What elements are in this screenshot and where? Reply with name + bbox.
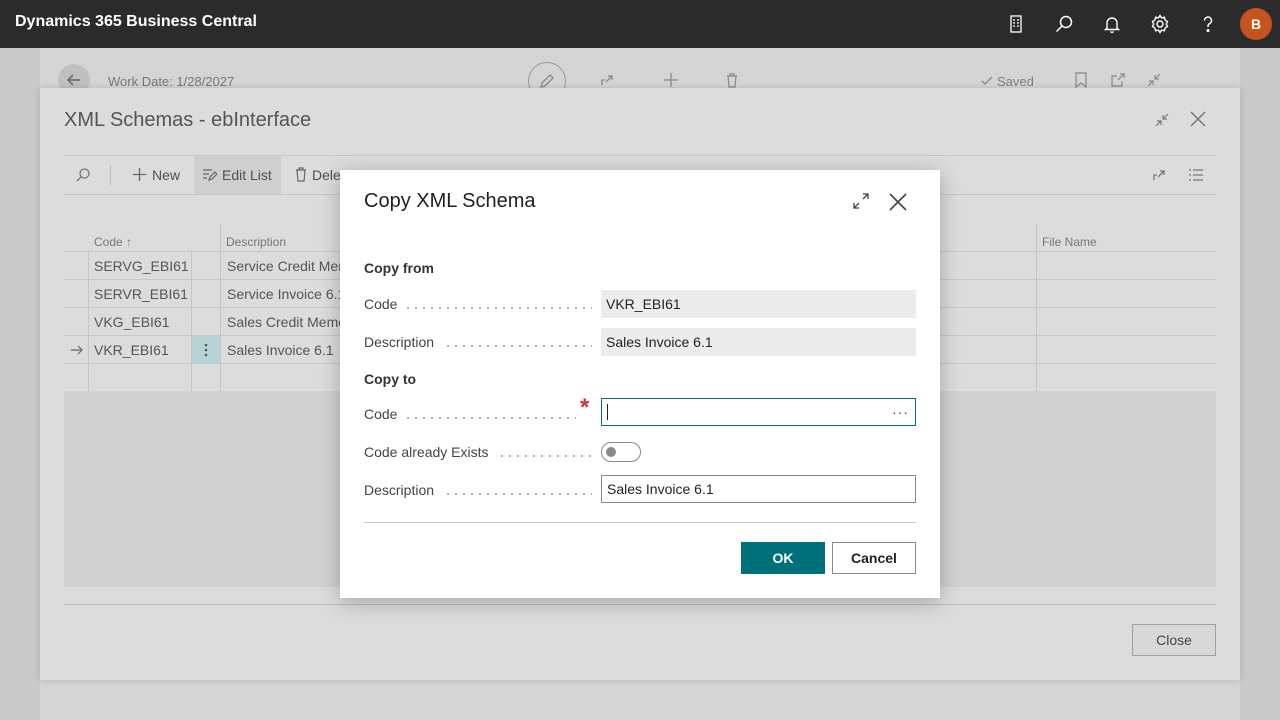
trash-icon[interactable] <box>724 72 740 88</box>
list-view-icon[interactable] <box>1188 168 1204 182</box>
work-date: Work Date: 1/28/2027 <box>108 74 235 89</box>
collapse-icon[interactable] <box>1154 112 1170 128</box>
delete-button[interactable]: Dele <box>292 156 342 194</box>
check-icon <box>981 76 993 85</box>
copy-to-code-input[interactable]: ··· <box>601 398 916 426</box>
page-title: XML Schemas - ebInterface <box>64 109 312 131</box>
copy-to-description-input[interactable]: Sales Invoice 6.1 <box>601 475 916 503</box>
required-indicator: * <box>580 394 590 421</box>
copy-from-description-value: Sales Invoice 6.1 <box>601 328 916 356</box>
ok-button[interactable]: OK <box>741 542 825 574</box>
code-already-exists-label: Code already Exists <box>364 442 592 462</box>
copy-to-code-label: Code <box>364 404 576 424</box>
cancel-button[interactable]: Cancel <box>832 542 916 574</box>
copy-from-heading: Copy from <box>364 260 434 276</box>
copy-from-description-label: Description <box>364 332 592 352</box>
app-bar: Dynamics 365 Business Central B <box>0 0 1280 48</box>
row-actions-button[interactable] <box>192 336 220 364</box>
cell-code[interactable]: VKR_EBI61 <box>94 336 169 364</box>
close-button[interactable]: Close <box>1132 624 1216 656</box>
bookmark-icon[interactable] <box>1074 72 1088 88</box>
search-button[interactable] <box>72 156 102 194</box>
open-new-icon[interactable] <box>1110 72 1126 88</box>
copy-from-code-label: Code <box>364 294 592 314</box>
report-icon[interactable] <box>1004 12 1028 36</box>
plus-icon[interactable] <box>663 72 679 88</box>
help-icon[interactable] <box>1196 12 1220 36</box>
trash-icon <box>296 167 306 182</box>
current-row-arrow-icon <box>71 345 83 355</box>
more-icon <box>204 343 208 357</box>
back-arrow-icon <box>66 74 80 86</box>
search-icon <box>76 168 90 182</box>
saved-status: Saved <box>997 74 1034 89</box>
copy-from-code-value: VKR_EBI61 <box>601 290 916 318</box>
close-icon[interactable] <box>1189 110 1207 128</box>
copy-xml-schema-dialog: Copy XML Schema Copy from Code VKR_EBI61… <box>340 170 940 598</box>
app-title[interactable]: Dynamics 365 Business Central <box>15 13 257 31</box>
copy-to-description-label: Description <box>364 480 592 500</box>
user-avatar[interactable]: B <box>1240 8 1272 40</box>
cell-code[interactable]: VKG_EBI61 <box>94 308 170 336</box>
lookup-ellipsis-icon[interactable]: ··· <box>892 399 909 425</box>
code-already-exists-toggle[interactable] <box>601 442 641 462</box>
bell-icon[interactable] <box>1100 12 1124 36</box>
gear-icon[interactable] <box>1148 12 1172 36</box>
cell-code[interactable]: SERVG_EBI61 <box>94 252 189 280</box>
plus-icon <box>133 168 146 181</box>
search-icon[interactable] <box>1052 12 1076 36</box>
close-icon[interactable] <box>888 192 908 212</box>
cell-code[interactable]: SERVR_EBI61 <box>94 280 188 308</box>
new-button[interactable]: New <box>130 156 190 194</box>
collapse-icon[interactable] <box>1146 72 1162 88</box>
edit-list-icon <box>203 169 217 181</box>
share-icon[interactable] <box>1152 167 1168 183</box>
share-icon[interactable] <box>600 72 616 88</box>
expand-icon[interactable] <box>852 192 870 210</box>
edit-list-button[interactable]: Edit List <box>194 156 281 194</box>
dialog-title: Copy XML Schema <box>364 190 536 212</box>
copy-to-heading: Copy to <box>364 371 417 387</box>
